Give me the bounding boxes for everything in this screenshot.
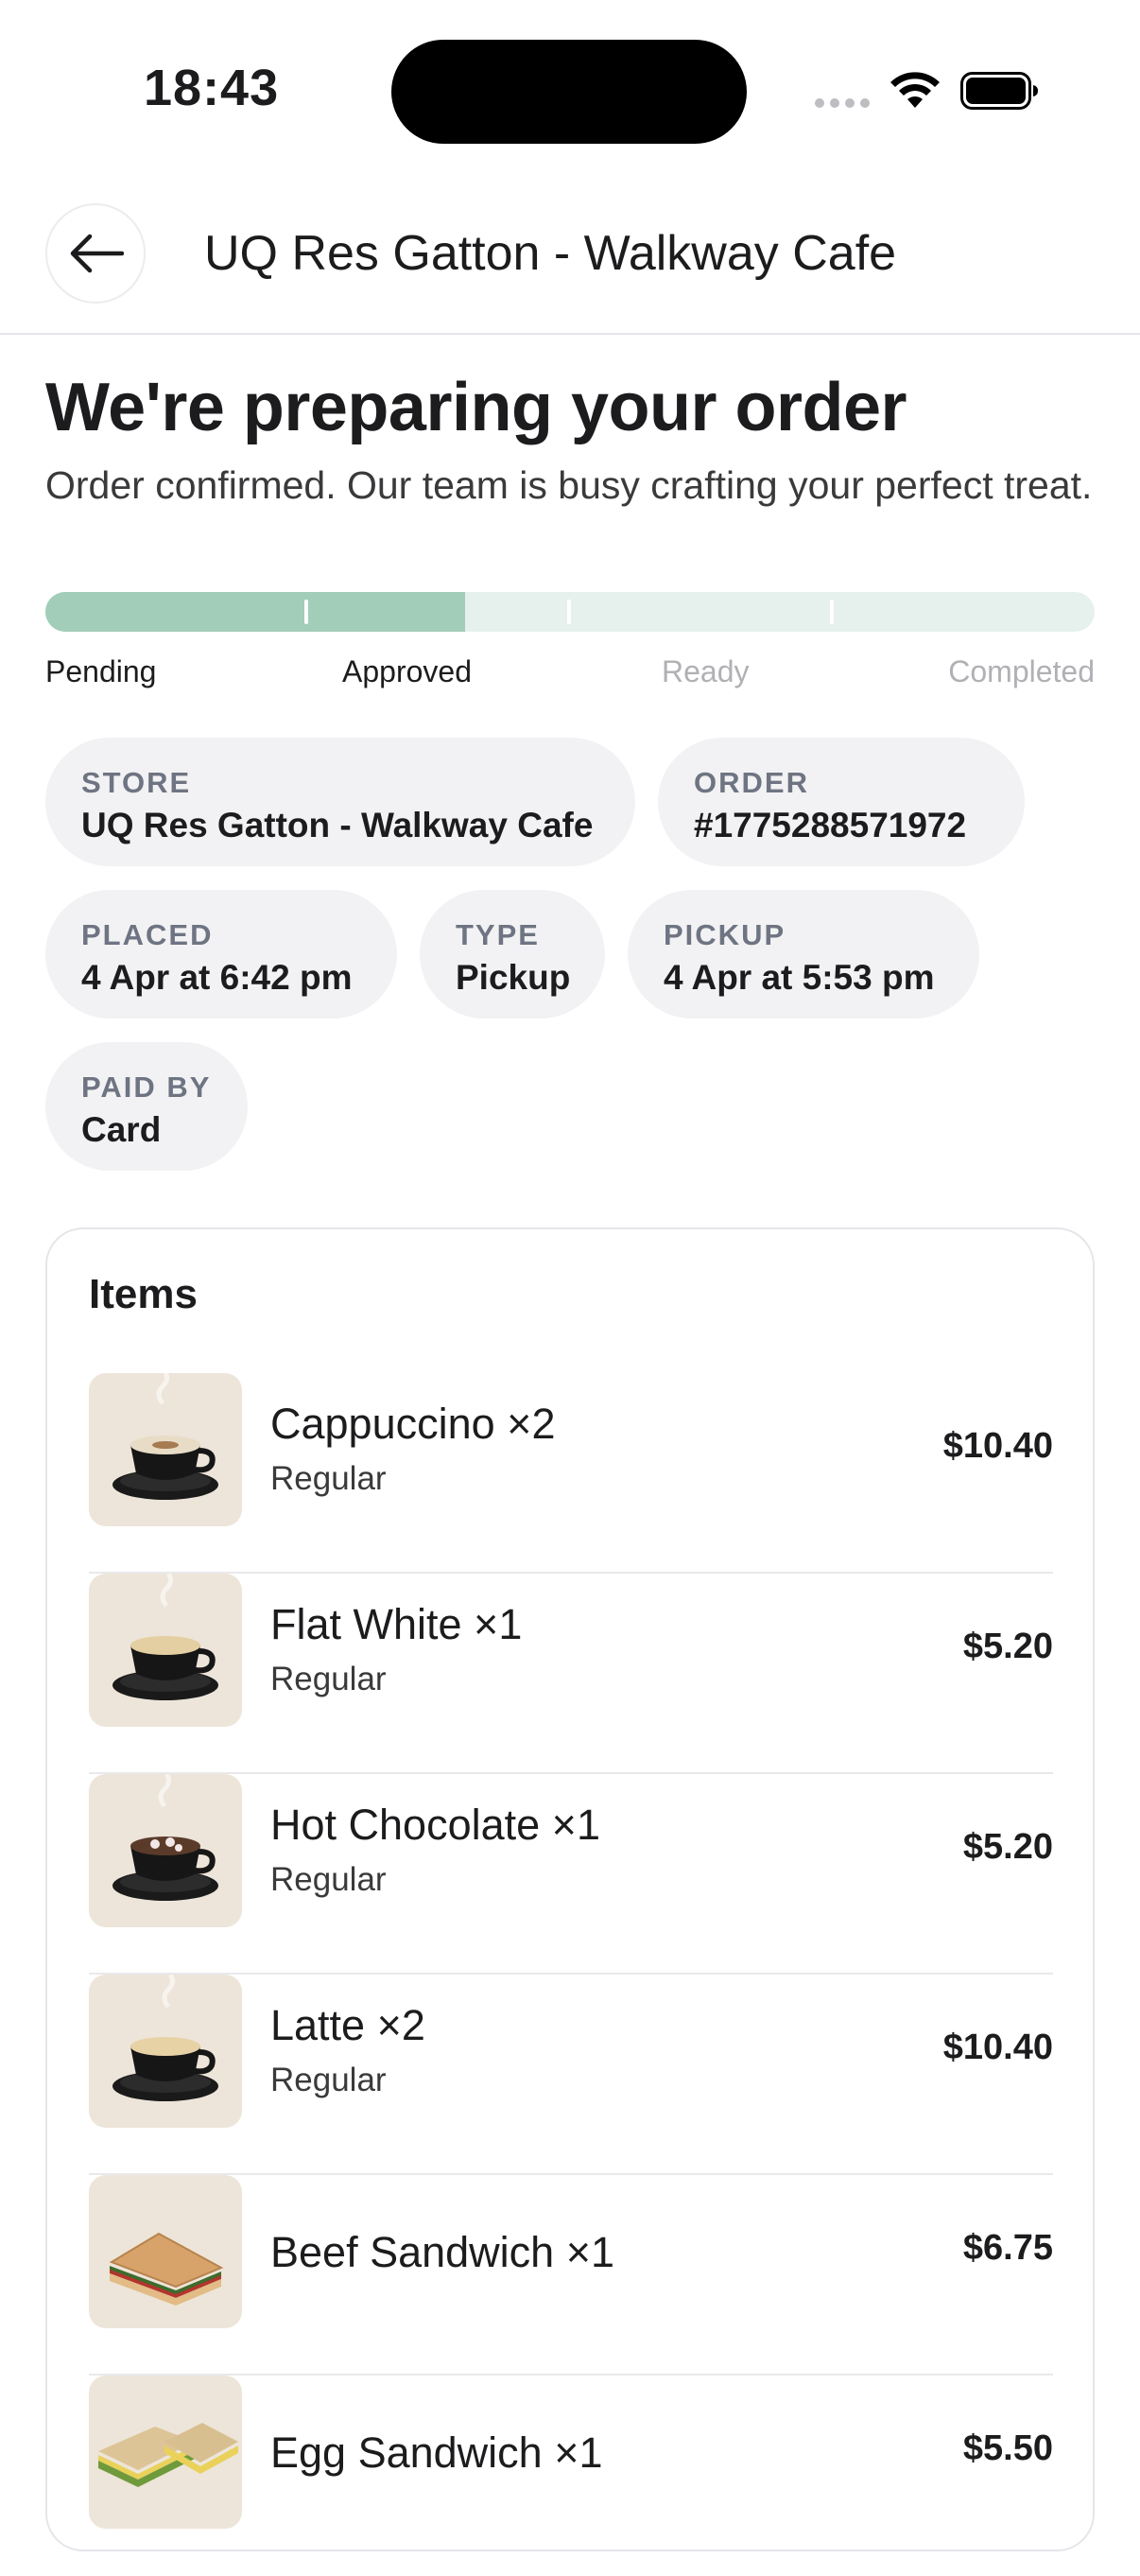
progress-tick (830, 600, 834, 624)
cellular-signal-icon (815, 98, 870, 108)
item-option: Regular (270, 1460, 387, 1497)
step-ready: Ready (662, 654, 750, 688)
paid-by-chip: PAID BY Card (45, 1042, 248, 1171)
status-bar: 18:43 (0, 0, 1140, 170)
back-button[interactable] (45, 203, 146, 304)
paid-by-value: Card (81, 1110, 162, 1149)
order-item-row: Latte ×2 Regular $10.40 (89, 1975, 1053, 2175)
progress-tick (304, 600, 308, 624)
header-title: UQ Res Gatton - Walkway Cafe (204, 226, 897, 281)
order-label: ORDER (694, 766, 809, 799)
store-label: STORE (81, 766, 192, 799)
page-title: We're preparing your order (45, 370, 907, 445)
hot-chocolate-icon (89, 1774, 242, 1927)
battery-icon (960, 72, 1038, 110)
item-name: Latte ×2 (270, 2001, 425, 2049)
progress-tick (567, 600, 571, 624)
item-name: Flat White ×1 (270, 1600, 523, 1648)
progress-fill (45, 592, 465, 632)
pickup-value: 4 Apr at 5:53 pm (664, 958, 935, 997)
placed-label: PLACED (81, 918, 214, 951)
item-price: $5.20 (962, 1827, 1053, 1867)
item-name: Cappuccino ×2 (270, 1400, 556, 1448)
status-time: 18:43 (144, 60, 280, 116)
pickup-chip: PICKUP 4 Apr at 5:53 pm (628, 890, 979, 1018)
order-value: #1775288571972 (694, 806, 967, 844)
store-chip: STORE UQ Res Gatton - Walkway Cafe (45, 738, 635, 866)
items-card: Items Cappuccino ×2 Regular $10.40 Flat … (45, 1227, 1095, 2551)
item-option: Regular (270, 1861, 387, 1898)
flat-white-icon (89, 1574, 242, 1727)
order-number-chip: ORDER #1775288571972 (658, 738, 1025, 866)
order-item-row: Beef Sandwich ×1 $6.75 (89, 2175, 1053, 2376)
step-pending: Pending (45, 654, 157, 688)
items-title: Items (89, 1271, 198, 1317)
type-label: TYPE (456, 918, 540, 951)
order-progress-bar (45, 592, 1095, 632)
arrow-left-icon (70, 234, 124, 273)
step-approved: Approved (342, 654, 472, 688)
sandwich-icon (89, 2175, 242, 2328)
wifi-icon (890, 72, 940, 108)
type-value: Pickup (456, 958, 571, 997)
item-price: $5.50 (962, 2428, 1053, 2468)
navigation-header: UQ Res Gatton - Walkway Cafe (0, 200, 1140, 335)
order-item-row: Egg Sandwich ×1 $5.50 (89, 2376, 1053, 2576)
item-price: $5.20 (962, 1627, 1053, 1666)
item-price: $10.40 (942, 1426, 1053, 1466)
item-option: Regular (270, 1661, 387, 1697)
dynamic-island (391, 40, 747, 144)
placed-chip: PLACED 4 Apr at 6:42 pm (45, 890, 397, 1018)
cappuccino-icon (89, 1373, 242, 1526)
paid-by-label: PAID BY (81, 1070, 212, 1104)
item-name: Hot Chocolate ×1 (270, 1801, 600, 1849)
item-option: Regular (270, 2062, 387, 2098)
item-name: Beef Sandwich ×1 (270, 2228, 614, 2276)
item-name: Egg Sandwich ×1 (270, 2428, 603, 2477)
type-chip: TYPE Pickup (420, 890, 605, 1018)
item-price: $10.40 (942, 2028, 1053, 2067)
latte-icon (89, 1975, 242, 2128)
sandwich-icon (89, 2376, 242, 2529)
store-value: UQ Res Gatton - Walkway Cafe (81, 806, 594, 844)
page-subtitle: Order confirmed. Our team is busy crafti… (45, 463, 1093, 507)
order-item-row: Cappuccino ×2 Regular $10.40 (89, 1373, 1053, 1574)
placed-value: 4 Apr at 6:42 pm (81, 958, 353, 997)
order-item-row: Flat White ×1 Regular $5.20 (89, 1574, 1053, 1774)
progress-steps: Pending Approved Ready Completed (45, 654, 1095, 702)
order-item-row: Hot Chocolate ×1 Regular $5.20 (89, 1774, 1053, 1975)
item-price: $6.75 (962, 2228, 1053, 2268)
step-completed: Completed (948, 654, 1095, 688)
pickup-label: PICKUP (664, 918, 786, 951)
